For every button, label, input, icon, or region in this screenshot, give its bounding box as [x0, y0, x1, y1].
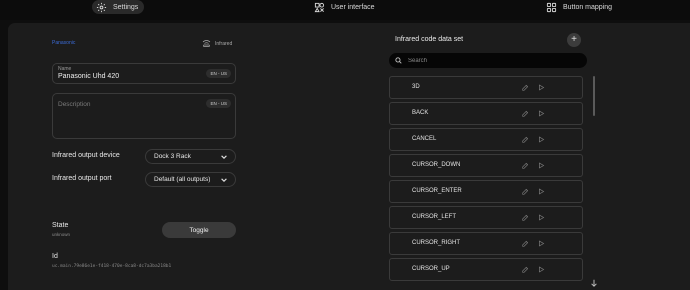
id-value: uc.main.79e86e1e-f418-470e-8ca8-dc7a3ba2…	[52, 264, 172, 269]
brand-name: Panasonic	[52, 40, 76, 46]
code-item-label: CANCEL	[412, 136, 437, 142]
play-icon[interactable]	[538, 84, 545, 91]
code-search-input[interactable]	[408, 57, 568, 64]
code-item[interactable]: BACK	[389, 102, 583, 125]
code-search[interactable]	[389, 53, 587, 68]
output-device-label: Infrared output device	[52, 152, 120, 159]
play-icon[interactable]	[538, 214, 545, 221]
code-item[interactable]: 3D	[389, 76, 583, 99]
play-icon[interactable]	[538, 162, 545, 169]
code-item[interactable]: CURSOR_ENTER	[389, 180, 583, 203]
plus-icon: +	[571, 34, 577, 45]
code-item-label: CURSOR_RIGHT	[412, 240, 461, 246]
infrared-icon	[202, 39, 211, 49]
play-icon[interactable]	[538, 266, 545, 273]
tab-user-interface-label: User interface	[331, 3, 375, 11]
output-port-value: Default (all outputs)	[154, 176, 211, 183]
code-item-label: CURSOR_ENTER	[412, 188, 462, 194]
code-list-scrollbar[interactable]	[593, 76, 595, 116]
code-item[interactable]: CURSOR_UP	[389, 258, 583, 281]
user-interface-icon	[314, 2, 325, 13]
description-language-chip[interactable]: EN - US	[206, 99, 231, 108]
edit-icon[interactable]	[522, 188, 529, 195]
button-grid-icon	[546, 2, 557, 13]
device-type-label: Infrared	[215, 41, 233, 47]
name-field-value[interactable]: Panasonic Uhd 420	[58, 73, 119, 80]
output-port-select[interactable]: Default (all outputs)	[145, 172, 236, 187]
chevron-down-icon	[221, 178, 227, 182]
code-set-title: Infrared code data set	[395, 36, 464, 43]
device-type: Infrared	[202, 39, 232, 49]
play-icon[interactable]	[538, 136, 545, 143]
chevron-down-icon	[221, 155, 227, 159]
code-item-label: BACK	[412, 110, 429, 116]
tab-settings-label: Settings	[113, 3, 139, 11]
edit-icon[interactable]	[522, 110, 529, 117]
edit-icon[interactable]	[522, 214, 529, 221]
add-code-button[interactable]: +	[567, 33, 581, 47]
search-icon	[395, 57, 402, 64]
state-value: unknown	[52, 232, 71, 237]
edit-icon[interactable]	[522, 84, 529, 91]
state-label: State	[52, 222, 69, 229]
gear-icon	[96, 2, 107, 13]
play-icon[interactable]	[538, 188, 545, 195]
name-language-chip[interactable]: EN - US	[206, 69, 231, 78]
edit-icon[interactable]	[522, 162, 529, 169]
code-item[interactable]: CURSOR_LEFT	[389, 206, 583, 229]
code-list: 3D BACK CANCEL CURSOR_DOWN CURSOR_ENTER …	[389, 76, 583, 290]
tab-button-mapping-label: Button mapping	[563, 3, 613, 11]
name-field[interactable]: Name Panasonic Uhd 420 EN - US	[52, 63, 236, 84]
top-tab-bar: Settings User interface Button mapping	[0, 0, 690, 20]
edit-icon[interactable]	[522, 266, 529, 273]
code-item-label: CURSOR_UP	[412, 266, 450, 272]
play-icon[interactable]	[538, 240, 545, 247]
code-item[interactable]: CANCEL	[389, 128, 583, 151]
toggle-button[interactable]: Toggle	[162, 222, 236, 238]
code-item-label: CURSOR_DOWN	[412, 162, 461, 168]
tab-user-interface[interactable]: User interface	[314, 0, 375, 14]
id-label: Id	[52, 253, 58, 260]
play-icon[interactable]	[538, 110, 545, 117]
code-item-label: CURSOR_LEFT	[412, 214, 457, 220]
code-item-label: 3D	[412, 84, 420, 90]
output-port-label: Infrared output port	[52, 175, 112, 182]
code-item[interactable]: CURSOR_RIGHT	[389, 232, 583, 255]
output-device-select[interactable]: Dock 3 Rack	[145, 149, 236, 164]
description-placeholder: Description	[58, 101, 91, 108]
code-item[interactable]: CURSOR_DOWN	[389, 154, 583, 177]
name-field-label: Name	[58, 66, 72, 72]
arrow-down-icon[interactable]	[590, 279, 598, 287]
description-field[interactable]: Description EN - US	[52, 93, 236, 139]
tab-settings[interactable]: Settings	[92, 0, 145, 14]
tab-button-mapping[interactable]: Button mapping	[546, 0, 612, 14]
edit-icon[interactable]	[522, 136, 529, 143]
output-device-value: Dock 3 Rack	[154, 153, 191, 160]
edit-icon[interactable]	[522, 240, 529, 247]
